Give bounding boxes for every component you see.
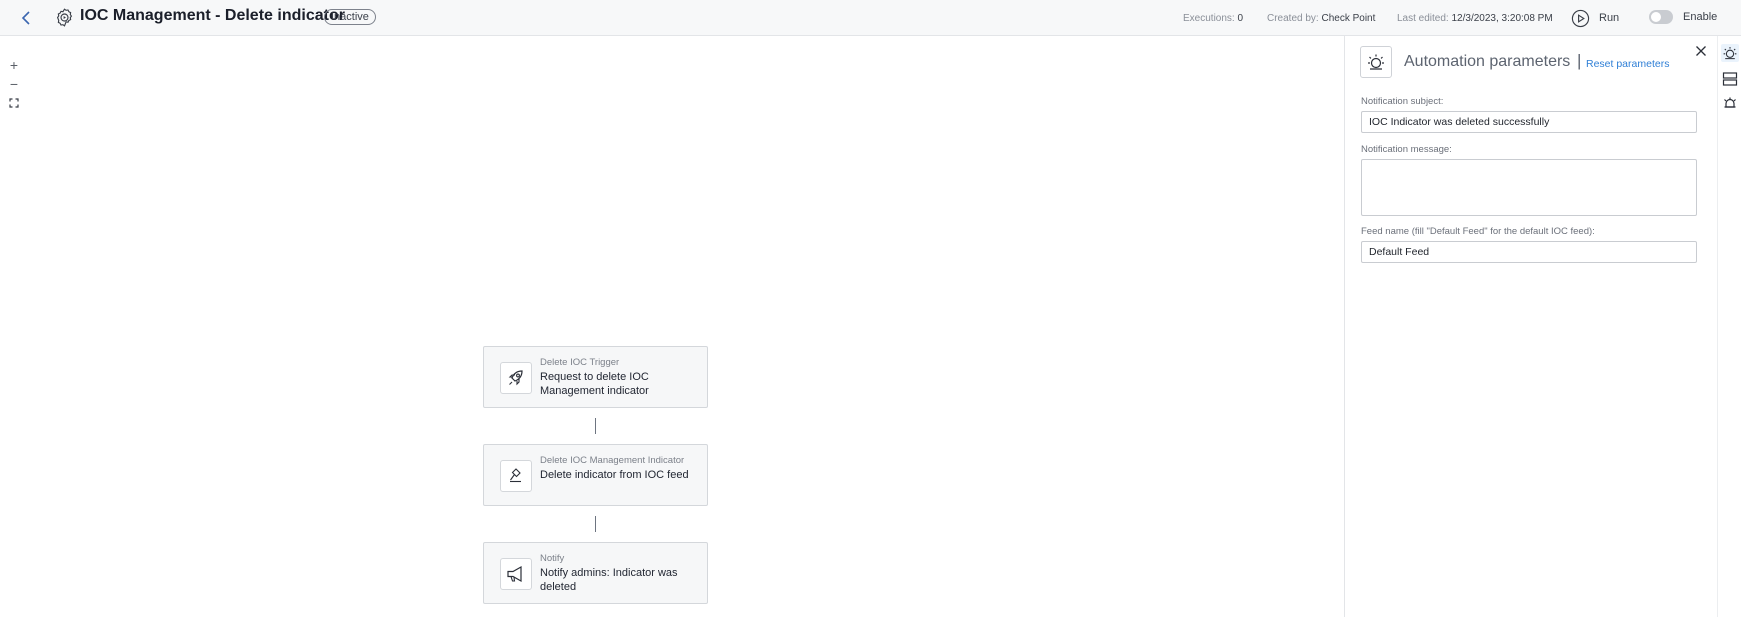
executions-value: 0 xyxy=(1237,13,1244,24)
run-label: Run xyxy=(1599,12,1620,24)
last-edited-label: Last edited: xyxy=(1397,13,1449,24)
automation-gear-icon xyxy=(56,8,73,27)
toggle-switch[interactable] xyxy=(1649,10,1673,24)
notification-subject-input[interactable] xyxy=(1361,111,1697,133)
zoom-in-button[interactable]: + xyxy=(5,55,23,74)
parameters-sun-icon xyxy=(1723,47,1737,60)
message-label: Notification message: xyxy=(1361,144,1452,155)
step-subtitle: Delete IOC Management Indicator xyxy=(540,455,685,466)
flow-step-delete-indicator[interactable]: Delete IOC Management Indicator Delete i… xyxy=(483,444,708,506)
step-name: Notify admins: Indicator was deleted xyxy=(540,567,678,593)
rail-parameters-tab[interactable] xyxy=(1721,44,1739,62)
notification-message-textarea[interactable] xyxy=(1361,159,1697,216)
feed-name-label: Feed name (fill "Default Feed" for the d… xyxy=(1361,226,1595,237)
subject-label: Notification subject: xyxy=(1361,96,1444,107)
created-by-value: Check Point xyxy=(1321,13,1376,24)
executions-label: Executions: xyxy=(1183,13,1235,24)
delete-indicator-icon xyxy=(510,468,521,483)
flow-step-trigger[interactable]: Delete IOC Trigger Request to delete IOC… xyxy=(483,346,708,408)
feed-name-input[interactable] xyxy=(1361,241,1697,263)
enable-toggle[interactable]: Enable xyxy=(1649,10,1717,24)
megaphone-icon xyxy=(507,565,522,583)
close-icon[interactable] xyxy=(1695,45,1707,57)
layout-rows-icon xyxy=(1722,72,1738,86)
reset-parameters-link[interactable]: Reset parameters xyxy=(1586,58,1669,70)
zoom-controls: + − xyxy=(5,55,23,112)
fit-screen-icon xyxy=(9,97,19,108)
automation-parameters-panel: Automation parameters | Reset parameters… xyxy=(1344,36,1717,617)
fit-view-button[interactable] xyxy=(5,93,23,112)
zoom-out-button[interactable]: − xyxy=(5,74,23,93)
rail-layout-tab[interactable] xyxy=(1721,70,1739,88)
step-name: Request to delete IOC Management indicat… xyxy=(540,371,649,397)
step-name: Delete indicator from IOC feed xyxy=(540,469,689,481)
parameters-icon-box xyxy=(1360,46,1392,78)
flow-step-notify[interactable]: Notify Notify admins: Indicator was dele… xyxy=(483,542,708,604)
action-icon-box xyxy=(500,460,532,492)
parameters-sun-icon xyxy=(1368,54,1384,70)
status-badge: Inactive xyxy=(324,9,376,25)
last-edited-info: Last edited: 12/3/2023, 3:20:08 PM xyxy=(1397,13,1553,24)
notify-icon-box xyxy=(500,558,532,590)
rocket-icon xyxy=(508,370,523,386)
title-separator: | xyxy=(1577,51,1582,70)
flow-connector xyxy=(595,418,596,434)
step-subtitle: Notify xyxy=(540,553,565,564)
play-circle-icon xyxy=(1571,9,1590,27)
right-rail xyxy=(1717,36,1741,617)
enable-label: Enable xyxy=(1683,11,1718,23)
rail-alerts-tab[interactable] xyxy=(1721,95,1739,113)
created-by-label: Created by: xyxy=(1267,13,1319,24)
created-by-info: Created by: Check Point xyxy=(1267,13,1375,24)
step-subtitle: Delete IOC Trigger xyxy=(540,357,620,368)
trigger-icon-box xyxy=(500,362,532,394)
run-button[interactable]: Run xyxy=(1571,8,1619,28)
executions-info: Executions: 0 xyxy=(1183,13,1243,24)
flow-connector xyxy=(595,516,596,532)
last-edited-value: 12/3/2023, 3:20:08 PM xyxy=(1451,13,1553,24)
alarm-bell-icon xyxy=(1724,97,1736,108)
page-title: IOC Management - Delete indicator xyxy=(80,7,345,24)
panel-title: Automation parameters xyxy=(1404,53,1571,70)
back-arrow-icon[interactable] xyxy=(18,9,36,27)
top-bar: IOC Management - Delete indicator Inacti… xyxy=(0,0,1741,36)
